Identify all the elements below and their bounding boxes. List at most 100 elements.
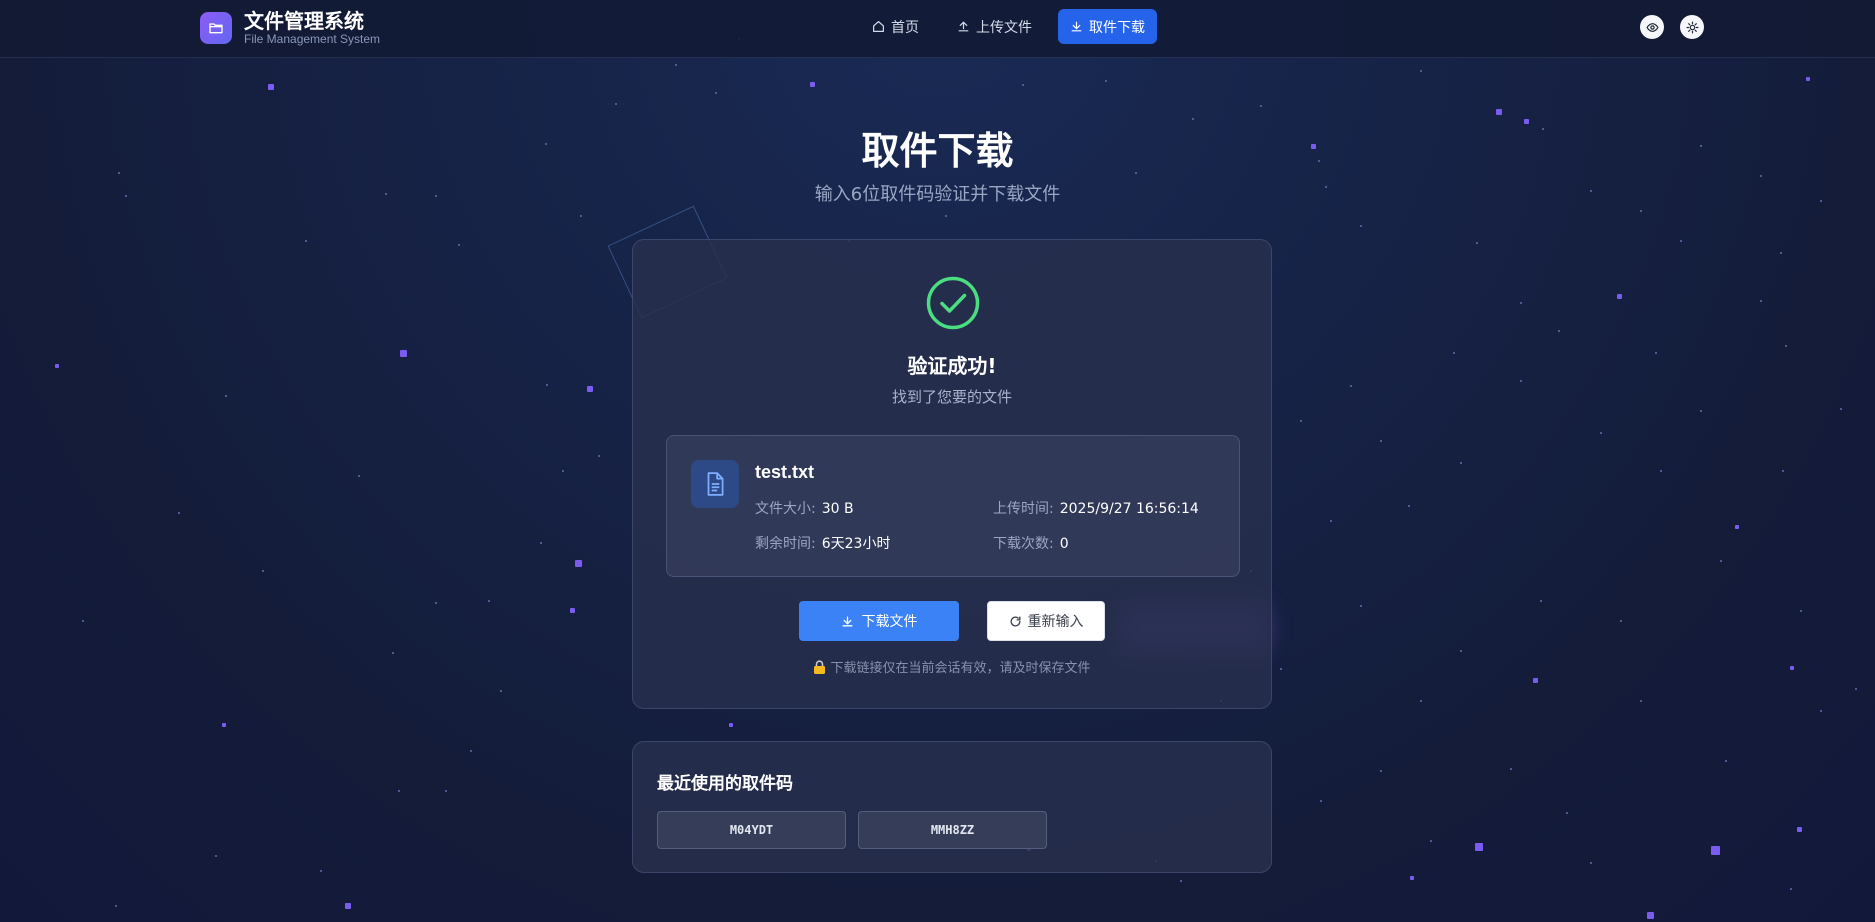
star-particle xyxy=(488,600,490,602)
star-particle xyxy=(1797,827,1802,832)
star-particle xyxy=(675,64,677,66)
star-particle xyxy=(1360,225,1362,227)
star-particle xyxy=(1280,668,1282,670)
file-info-panel: test.txt 文件大小: 30 B 上传时间: 2025/9/27 16:56:… xyxy=(666,435,1240,577)
star-particle xyxy=(1533,678,1538,683)
star-particle xyxy=(1022,84,1024,86)
star-particle xyxy=(55,364,59,368)
file-size: 文件大小: 30 B xyxy=(755,498,854,518)
star-particle xyxy=(1760,300,1762,302)
sun-icon xyxy=(1685,20,1699,34)
recent-code-chip[interactable]: M04YDT xyxy=(657,811,846,849)
app-subtitle: File Management System xyxy=(244,32,381,46)
star-particle xyxy=(1430,840,1432,842)
star-particle xyxy=(1617,294,1622,299)
star-particle xyxy=(1806,77,1810,81)
star-particle xyxy=(222,723,226,727)
star-particle xyxy=(715,92,717,94)
star-particle xyxy=(1360,605,1362,607)
star-particle xyxy=(1855,688,1857,690)
eye-toggle-button[interactable] xyxy=(1640,15,1664,39)
session-note: 下载链接仅在当前会话有效，请及时保存文件 xyxy=(633,657,1271,676)
star-particle xyxy=(1540,600,1542,602)
star-particle xyxy=(1780,252,1782,254)
star-particle xyxy=(500,690,502,692)
verification-result-card: 验证成功! 找到了您要的文件 test.txt 文件大小: 30 B 上传时间: 2… xyxy=(632,239,1272,709)
star-particle xyxy=(1660,470,1662,472)
download-count-label: 下载次数: xyxy=(993,536,1054,552)
brand[interactable]: 文件管理系统 File Management System xyxy=(200,10,380,46)
star-particle xyxy=(262,570,264,572)
success-title: 验证成功! xyxy=(907,354,997,378)
nav-home[interactable]: 首页 xyxy=(860,9,931,44)
star-particle xyxy=(540,542,542,544)
star-particle xyxy=(320,870,322,872)
star-particle xyxy=(1460,462,1462,464)
remaining-time-label: 剩余时间: xyxy=(755,536,816,552)
star-particle xyxy=(562,470,564,472)
star-particle xyxy=(1105,80,1107,82)
file-size-label: 文件大小: xyxy=(755,501,816,517)
recent-code-chip[interactable]: MMH8ZZ xyxy=(858,811,1047,849)
file-name: test.txt xyxy=(755,462,815,482)
star-particle xyxy=(570,608,575,613)
star-particle xyxy=(1408,505,1410,507)
main-nav: 首页 上传文件 取件下载 xyxy=(860,9,1157,44)
reenter-button[interactable]: 重新输入 xyxy=(987,601,1105,641)
star-particle xyxy=(1476,242,1478,244)
star-particle xyxy=(810,82,815,87)
star-particle xyxy=(1180,880,1182,882)
star-particle xyxy=(178,512,180,514)
star-particle xyxy=(1760,175,1762,177)
star-particle xyxy=(1260,105,1262,107)
star-particle xyxy=(1520,302,1522,304)
refresh-icon xyxy=(1010,616,1020,626)
star-particle xyxy=(1380,770,1382,772)
star-particle xyxy=(1720,560,1722,562)
page-title: 取件下载 xyxy=(861,129,1014,173)
star-particle xyxy=(1655,352,1657,354)
star-particle xyxy=(1700,410,1702,412)
nav-upload[interactable]: 上传文件 xyxy=(945,9,1044,44)
star-particle xyxy=(470,750,472,752)
star-particle xyxy=(358,475,360,477)
top-navbar: 文件管理系统 File Management System 首页 上传文件 取件… xyxy=(0,0,1875,58)
star-particle xyxy=(1558,330,1560,332)
nav-upload-label: 上传文件 xyxy=(976,19,1032,36)
eye-icon xyxy=(1645,22,1659,32)
home-icon xyxy=(873,21,884,32)
theme-toggle-button[interactable] xyxy=(1680,15,1704,39)
star-particle xyxy=(1680,240,1682,242)
document-icon xyxy=(691,460,739,508)
star-particle xyxy=(729,723,733,727)
star-particle xyxy=(392,652,394,654)
star-particle xyxy=(1350,385,1352,387)
star-particle xyxy=(82,620,84,622)
app-title: 文件管理系统 xyxy=(244,9,364,33)
star-particle xyxy=(1840,408,1842,410)
star-particle xyxy=(1520,380,1522,382)
download-icon xyxy=(1071,21,1082,32)
check-circle-icon xyxy=(926,276,980,330)
star-particle xyxy=(546,384,548,386)
session-note-text: 下载链接仅在当前会话有效，请及时保存文件 xyxy=(830,661,1091,676)
star-particle xyxy=(1475,843,1483,851)
star-particle xyxy=(945,215,947,217)
star-particle xyxy=(1600,432,1602,434)
star-particle xyxy=(580,215,582,217)
star-particle xyxy=(1410,876,1414,880)
star-particle xyxy=(1620,620,1622,622)
star-particle xyxy=(615,103,617,105)
star-particle xyxy=(400,350,407,357)
download-count-value: 0 xyxy=(1059,536,1069,552)
star-particle xyxy=(1590,862,1592,864)
recent-codes-list: M04YDT MMH8ZZ xyxy=(657,811,1047,849)
recent-codes-card: 最近使用的取件码 M04YDT MMH8ZZ xyxy=(632,741,1272,873)
star-particle xyxy=(575,560,582,567)
nav-download-label: 取件下载 xyxy=(1089,19,1145,36)
nav-download[interactable]: 取件下载 xyxy=(1058,9,1157,44)
star-particle xyxy=(1725,760,1727,762)
download-file-button[interactable]: 下载文件 xyxy=(799,601,959,641)
star-particle xyxy=(1790,888,1792,890)
upload-time-label: 上传时间: xyxy=(993,501,1054,517)
